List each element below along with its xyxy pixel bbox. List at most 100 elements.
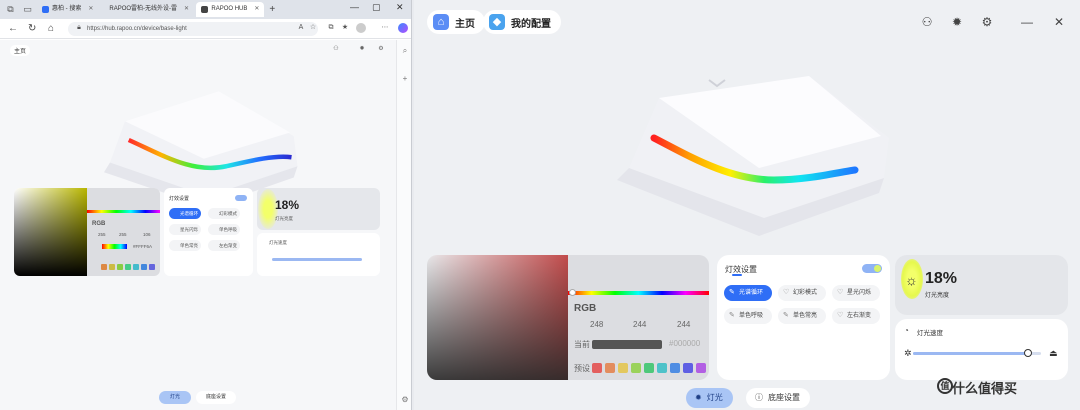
mini-tab-base[interactable]: 底座设置: [196, 391, 236, 404]
browser-tab-search[interactable]: 惠柏 - 搜索 ✕: [37, 2, 98, 17]
close-tab-icon[interactable]: ✕: [254, 2, 259, 17]
speed-slider-fill: [913, 352, 1029, 355]
mini-preset-swatch[interactable]: [125, 264, 131, 270]
mini-effect-chip[interactable]: 幻彩模式: [208, 208, 240, 219]
mini-preset-swatch[interactable]: [141, 264, 147, 270]
sidebar-search-icon[interactable]: ⌕: [400, 46, 410, 56]
mini-b-value[interactable]: 106: [143, 232, 151, 237]
mini-home-button[interactable]: 主页: [10, 45, 31, 56]
settings-icon[interactable]: ⚙: [979, 14, 995, 30]
split-screen-icon[interactable]: ⧉: [326, 23, 336, 33]
mini-preset-swatch[interactable]: [109, 264, 115, 270]
browser-tab-rapoo-hub[interactable]: RAPOO HUB ✕: [196, 2, 265, 17]
mini-preset-swatch[interactable]: [117, 264, 123, 270]
mini-hex-value[interactable]: #FFFF6A: [133, 244, 152, 249]
minimize-button[interactable]: —: [350, 2, 359, 12]
mini-settings-icon[interactable]: ⚙: [377, 45, 385, 53]
mini-hue-slider[interactable]: [87, 210, 160, 213]
r-value[interactable]: 248: [590, 320, 603, 329]
minimize-icon[interactable]: —: [1019, 14, 1035, 30]
window-menu-icon[interactable]: ⧉: [4, 3, 17, 16]
mini-preset-swatch[interactable]: [133, 264, 139, 270]
close-window-button[interactable]: ✕: [396, 2, 404, 13]
mini-speed-card: 灯光速度: [257, 233, 380, 276]
shield-icon: ♡: [783, 289, 790, 296]
breath-icon: ✎: [729, 312, 735, 319]
my-config-button[interactable]: ◆ 我的配置: [483, 10, 561, 34]
mini-tab-light[interactable]: 灯光: [159, 391, 191, 404]
effect-illusion-mode[interactable]: ♡ 幻彩模式: [778, 285, 826, 301]
home-icon[interactable]: ⌂: [48, 22, 54, 36]
close-icon[interactable]: ✕: [1051, 14, 1067, 30]
browser-tab-rapoo[interactable]: RAPOO雷柏-无线外设-雷 ✕: [101, 2, 193, 17]
mini-effect-chip[interactable]: 光谱循环: [169, 208, 201, 219]
g-value[interactable]: 244: [633, 320, 646, 329]
mini-user-icon[interactable]: ⚇: [332, 45, 340, 53]
preset-swatch[interactable]: [605, 363, 615, 373]
preset-swatch[interactable]: [618, 363, 628, 373]
more-icon[interactable]: ⋯: [380, 23, 390, 33]
read-aloud-icon[interactable]: A: [296, 23, 306, 33]
home-button[interactable]: ⌂ 主页: [427, 10, 485, 34]
tab-base-label: 底座设置: [768, 393, 800, 402]
back-icon[interactable]: ←: [8, 22, 18, 36]
close-tab-icon[interactable]: ✕: [184, 2, 189, 17]
speed-slider-knob[interactable]: [1024, 349, 1033, 357]
effect-left-right-gradient[interactable]: ♡ 左右渐变: [832, 308, 880, 324]
address-input[interactable]: https://hub.rapoo.cn/device/base-light: [68, 22, 318, 36]
maximize-button[interactable]: ▢: [372, 2, 381, 13]
star-icon: ♡: [837, 289, 844, 296]
preset-swatch[interactable]: [631, 363, 641, 373]
effect-spectrum-cycle[interactable]: ✎ 光谱循环: [724, 285, 772, 301]
tab-label: RAPOO HUB: [211, 6, 248, 12]
preset-swatch[interactable]: [683, 363, 693, 373]
lock-icon: 🔒︎: [77, 24, 81, 31]
tab-base-settings[interactable]: ⓘ 底座设置: [746, 388, 810, 408]
hue-slider[interactable]: [568, 291, 709, 295]
close-tab-icon[interactable]: ✕: [88, 2, 93, 17]
preset-swatch[interactable]: [657, 363, 667, 373]
refresh-icon[interactable]: ↻: [28, 22, 36, 36]
preset-swatch[interactable]: [644, 363, 654, 373]
fast-icon: ⏏: [1049, 348, 1058, 358]
effects-toggle[interactable]: [862, 264, 882, 273]
favorite-icon[interactable]: ☆: [308, 23, 318, 33]
mini-r-value[interactable]: 255: [98, 232, 106, 237]
effect-starlight[interactable]: ♡ 星光闪烁: [832, 285, 880, 301]
speed-slider[interactable]: [913, 349, 1041, 357]
mini-brightness-card: 18% 灯光亮度: [257, 188, 380, 230]
watermark: 什么值得买: [952, 381, 1018, 396]
user-icon[interactable]: ⚇: [919, 14, 935, 30]
sun-icon[interactable]: ✹: [949, 14, 965, 30]
effect-single-steady[interactable]: ✎ 单色常亮: [778, 308, 826, 324]
tab-light[interactable]: ✹ 灯光: [686, 388, 733, 408]
mini-effects-toggle[interactable]: [235, 195, 247, 201]
mini-effect-chip[interactable]: 星光闪烁: [169, 224, 201, 235]
mini-sun-icon[interactable]: ✹: [358, 45, 366, 53]
mini-preset-swatch[interactable]: [149, 264, 155, 270]
b-value[interactable]: 244: [677, 320, 690, 329]
tab-actions-icon[interactable]: ▭: [21, 3, 34, 16]
hex-value[interactable]: #000000: [669, 339, 700, 348]
preset-swatch[interactable]: [592, 363, 602, 373]
preset-swatch[interactable]: [670, 363, 680, 373]
favorites-bar-icon[interactable]: ★: [340, 23, 350, 33]
sidebar-add-icon[interactable]: +: [400, 74, 410, 84]
mini-effect-chip[interactable]: 单色呼吸: [208, 224, 240, 235]
mini-effect-chip[interactable]: 左右渐变: [208, 240, 240, 251]
rapoo-hub-app: ⌂ 主页 ◆ 我的配置 ⚇ ✹ ⚙ — ✕ RGB 248 244 244 当前: [414, 0, 1080, 410]
mini-effect-chip[interactable]: 单色常亮: [169, 240, 201, 251]
search-favicon-icon: [42, 6, 49, 13]
mini-saturation-picker[interactable]: [14, 188, 87, 276]
avatar[interactable]: [356, 23, 366, 33]
sidebar-settings-icon[interactable]: ⚙: [400, 395, 410, 405]
mini-preset-swatch[interactable]: [101, 264, 107, 270]
hue-slider-knob[interactable]: [569, 289, 576, 296]
mini-g-value[interactable]: 255: [119, 232, 127, 237]
effect-single-breath[interactable]: ✎ 单色呼吸: [724, 308, 772, 324]
mini-speed-slider[interactable]: [272, 258, 362, 261]
copilot-icon[interactable]: [398, 23, 408, 33]
preset-swatch[interactable]: [696, 363, 706, 373]
new-tab-button[interactable]: +: [269, 4, 275, 15]
saturation-picker[interactable]: [427, 255, 568, 380]
